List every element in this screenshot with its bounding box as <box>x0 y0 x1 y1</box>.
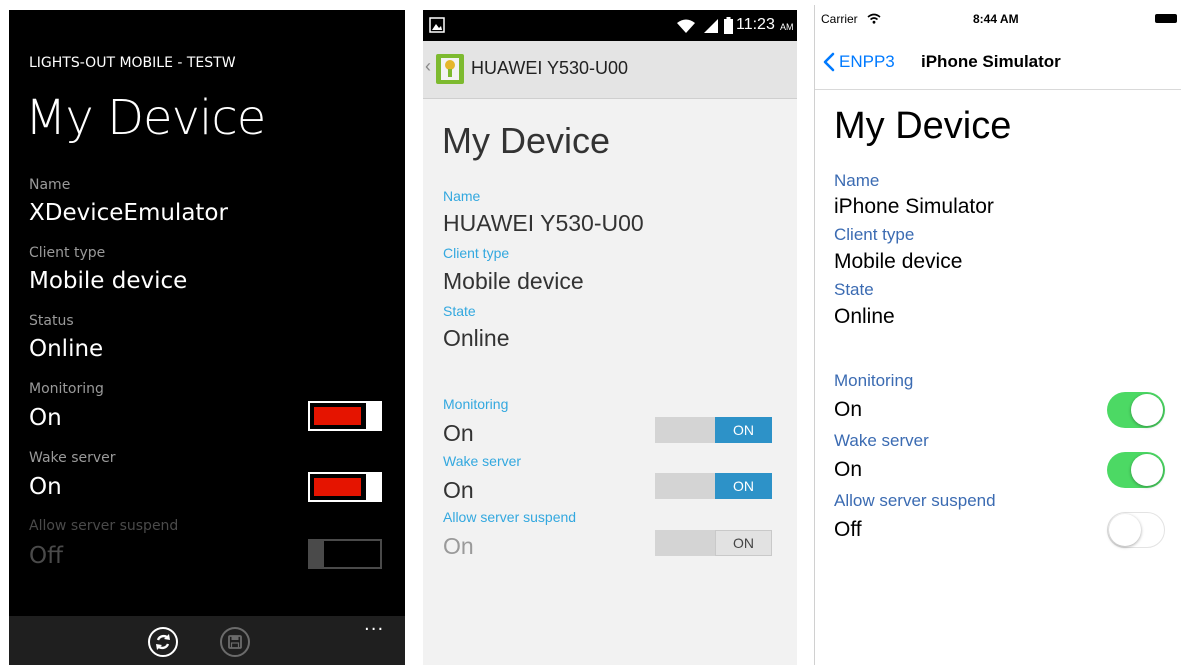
wake-server-label: Wake server <box>834 431 929 450</box>
monitoring-value: On <box>834 398 863 421</box>
switch-knob <box>1131 394 1163 426</box>
monitoring-toggle[interactable] <box>308 401 382 431</box>
up-chevron-icon[interactable]: ‹ <box>425 56 431 77</box>
page-title: My Device <box>834 105 1012 147</box>
ios-screen: Carrier 8:44 AM ENPP3 iPhone Simulator M… <box>814 5 1181 665</box>
wake-server-value: On <box>834 458 863 481</box>
wake-server-value: On <box>29 474 62 500</box>
wake-server-label: Wake server <box>443 453 522 469</box>
name-value: iPhone Simulator <box>834 195 994 218</box>
client-type-label: Client type <box>29 245 106 261</box>
allow-suspend-value: Off <box>29 543 63 569</box>
state-value: Online <box>443 325 510 351</box>
status-bar: 11:23 AM <box>423 10 797 41</box>
allow-suspend-label: Allow server suspend <box>443 509 577 525</box>
client-type-label: Client type <box>443 245 510 261</box>
battery-icon <box>1155 14 1177 23</box>
allow-suspend-switch[interactable]: ON <box>655 530 772 556</box>
more-menu-button[interactable]: ... <box>364 614 384 635</box>
wake-server-switch[interactable]: ON <box>655 473 772 499</box>
switch-knob <box>1109 514 1141 546</box>
name-value: HUAWEI Y530-U00 <box>443 210 644 236</box>
toggle-thumb[interactable] <box>366 401 382 431</box>
client-type-value: Mobile device <box>443 268 584 294</box>
allow-suspend-label: Allow server suspend <box>834 491 996 510</box>
switch-on-label: ON <box>715 530 772 556</box>
status-label: Status <box>29 313 74 329</box>
switch-on-label: ON <box>715 473 772 499</box>
back-button[interactable]: ENPP3 <box>823 49 913 75</box>
allow-suspend-toggle[interactable] <box>308 539 382 569</box>
state-label: State <box>834 280 874 299</box>
name-value: XDeviceEmulator <box>29 200 228 226</box>
allow-suspend-value: On <box>443 533 474 559</box>
page-title: My Device <box>442 120 611 161</box>
toggle-thumb[interactable] <box>308 539 324 569</box>
navigation-bar: ENPP3 iPhone Simulator <box>815 37 1181 90</box>
nav-title: iPhone Simulator <box>921 52 1061 71</box>
name-label: Name <box>443 188 481 204</box>
status-carrier: Carrier <box>821 12 858 26</box>
device-title: HUAWEI Y530-U00 <box>471 58 629 78</box>
gallery-notification-icon <box>429 17 445 33</box>
state-value: Online <box>834 305 895 328</box>
allow-suspend-switch[interactable] <box>1107 512 1165 548</box>
allow-suspend-label: Allow server suspend <box>29 518 179 534</box>
client-type-value: Mobile device <box>29 268 188 294</box>
status-time: 11:23 <box>736 16 775 33</box>
monitoring-label: Monitoring <box>443 396 509 412</box>
save-icon[interactable] <box>220 627 250 657</box>
name-label: Name <box>834 171 880 190</box>
battery-icon <box>724 17 733 34</box>
wake-server-switch[interactable] <box>1107 452 1165 488</box>
client-type-value: Mobile device <box>834 250 963 273</box>
action-bar[interactable]: ‹ HUAWEI Y530-U00 <box>423 41 797 99</box>
switch-on-label: ON <box>715 417 772 443</box>
app-bar: ... <box>9 614 405 665</box>
monitoring-value: On <box>29 405 62 431</box>
app-logo-icon <box>436 54 464 84</box>
allow-suspend-value: Off <box>834 518 862 541</box>
windows-phone-screen: LIGHTS-OUT MOBILE - TESTW My Device Name… <box>9 10 405 665</box>
android-screen: 11:23 AM ‹ HUAWEI Y530-U00 My Device Nam… <box>423 10 797 665</box>
back-chevron-icon <box>823 52 835 72</box>
page-title: My Device <box>25 90 266 146</box>
status-ampm: AM <box>780 22 794 32</box>
status-time: 8:44 AM <box>973 12 1019 26</box>
client-type-label: Client type <box>834 225 915 244</box>
toggle-fill <box>314 478 361 496</box>
back-label: ENPP3 <box>839 52 895 71</box>
signal-icon <box>704 19 718 33</box>
state-label: State <box>443 303 476 319</box>
status-value: Online <box>29 336 104 362</box>
toggle-thumb[interactable] <box>366 472 382 502</box>
app-title: LIGHTS-OUT MOBILE - TESTW <box>29 55 236 71</box>
wake-server-toggle[interactable] <box>308 472 382 502</box>
wifi-icon <box>867 13 881 24</box>
monitoring-label: Monitoring <box>834 371 914 390</box>
wake-server-label: Wake server <box>29 450 116 466</box>
refresh-icon[interactable] <box>148 627 178 657</box>
monitoring-switch[interactable] <box>1107 392 1165 428</box>
toggle-fill <box>314 407 361 425</box>
wake-server-value: On <box>443 477 474 503</box>
monitoring-label: Monitoring <box>29 381 104 397</box>
name-label: Name <box>29 177 71 193</box>
monitoring-switch[interactable]: ON <box>655 417 772 443</box>
monitoring-value: On <box>443 420 474 446</box>
wifi-icon <box>677 19 695 33</box>
switch-knob <box>1131 454 1163 486</box>
